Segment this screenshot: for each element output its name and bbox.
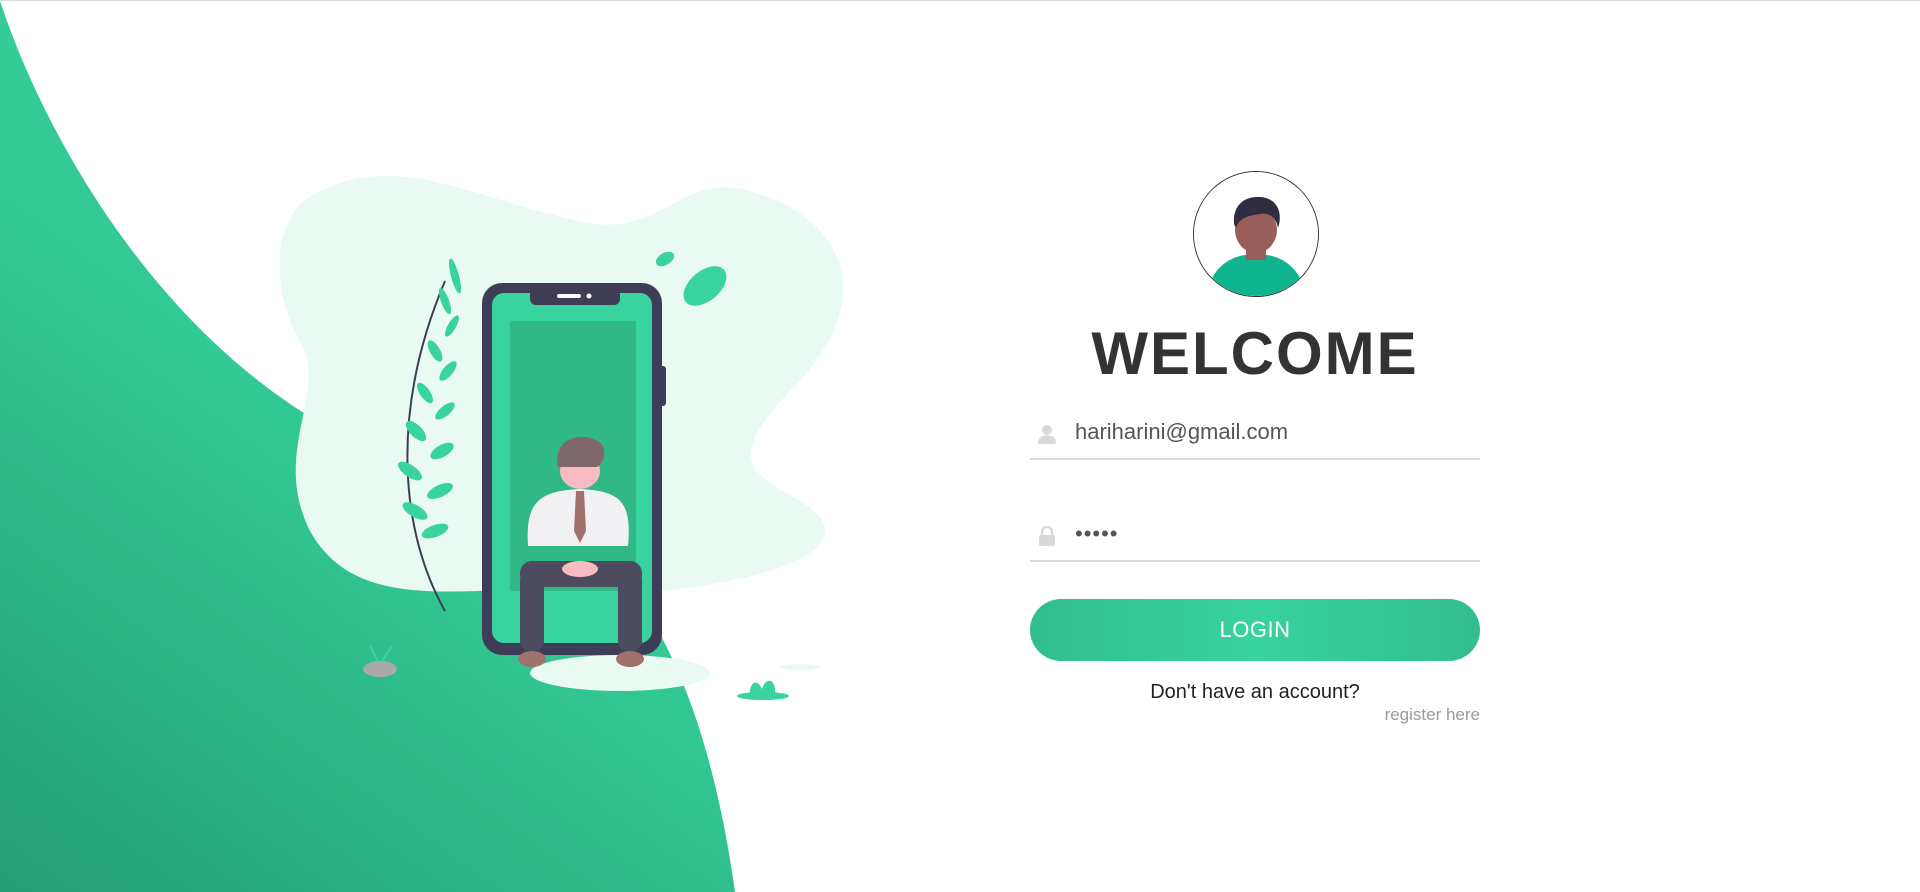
password-input[interactable] [1075, 516, 1475, 552]
login-button[interactable]: LOGIN [1030, 599, 1480, 661]
lock-icon [1039, 526, 1055, 546]
register-link[interactable]: register here [1385, 705, 1480, 725]
no-account-text: Don't have an account? [1150, 681, 1360, 703]
user-icon [1038, 425, 1056, 444]
welcome-title: WELCOME [1091, 320, 1419, 387]
avatar [1193, 171, 1319, 297]
email-input[interactable] [1075, 414, 1475, 450]
password-field [1030, 510, 1480, 562]
phone-illustration [280, 176, 844, 700]
email-field [1030, 408, 1480, 460]
